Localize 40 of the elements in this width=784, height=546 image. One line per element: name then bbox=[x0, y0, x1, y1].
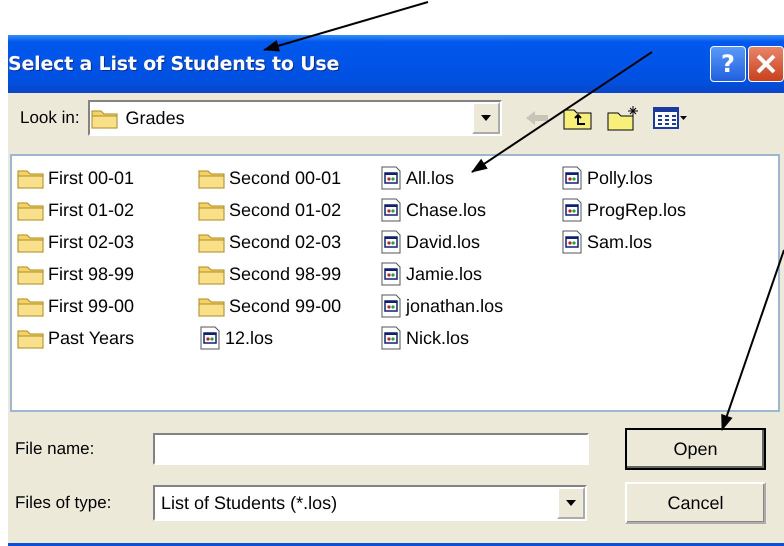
open-button[interactable]: Open bbox=[625, 428, 766, 470]
file-list-item[interactable]: First 01-02 bbox=[16, 194, 197, 226]
view-menu-icon[interactable] bbox=[652, 105, 688, 131]
file-name-label: File name: bbox=[15, 439, 96, 459]
help-button[interactable]: ? bbox=[710, 46, 746, 82]
close-icon bbox=[755, 53, 777, 75]
file-type-label: Files of type: bbox=[15, 493, 112, 513]
file-list-item[interactable]: Nick.los bbox=[378, 322, 559, 354]
file-list-item[interactable]: Second 98-99 bbox=[197, 258, 378, 290]
file-list-item[interactable]: First 00-01 bbox=[16, 162, 197, 194]
file-list-item[interactable]: All.los bbox=[378, 162, 559, 194]
file-list-item[interactable]: 12.los bbox=[197, 322, 378, 354]
dropdown-button[interactable] bbox=[472, 102, 500, 134]
cancel-button[interactable]: Cancel bbox=[625, 482, 766, 524]
dropdown-button[interactable] bbox=[557, 487, 585, 519]
new-folder-icon[interactable] bbox=[606, 104, 640, 132]
file-list-item[interactable]: First 98-99 bbox=[16, 258, 197, 290]
close-button[interactable] bbox=[748, 46, 784, 82]
window-title: Select a List of Students to Use bbox=[8, 53, 340, 75]
file-list-item[interactable]: David.los bbox=[378, 226, 559, 258]
file-list-item[interactable]: Chase.los bbox=[378, 194, 559, 226]
file-list-item[interactable]: Polly.los bbox=[559, 162, 740, 194]
file-list-item[interactable]: First 02-03 bbox=[16, 226, 197, 258]
file-list-item[interactable]: Past Years bbox=[16, 322, 197, 354]
file-list-item[interactable]: First 99-00 bbox=[16, 290, 197, 322]
file-name-field[interactable] bbox=[153, 433, 589, 465]
file-list-item[interactable]: ProgRep.los bbox=[559, 194, 740, 226]
file-list-item[interactable]: Jamie.los bbox=[378, 258, 559, 290]
caret-icon bbox=[480, 114, 492, 122]
file-list-item[interactable]: Second 99-00 bbox=[197, 290, 378, 322]
file-list-item[interactable]: Second 00-01 bbox=[197, 162, 378, 194]
file-list-item[interactable]: Sam.los bbox=[559, 226, 740, 258]
file-list-item[interactable]: Second 01-02 bbox=[197, 194, 378, 226]
back-arrow-icon[interactable] bbox=[524, 108, 550, 128]
file-list-item[interactable]: Second 02-03 bbox=[197, 226, 378, 258]
caret-icon bbox=[565, 499, 577, 507]
look-in-dropdown[interactable]: Grades bbox=[88, 100, 502, 136]
file-type-dropdown[interactable]: List of Students (*.los) bbox=[153, 485, 587, 521]
file-list-item[interactable]: jonathan.los bbox=[378, 290, 559, 322]
look-in-label: Look in: bbox=[20, 108, 80, 128]
